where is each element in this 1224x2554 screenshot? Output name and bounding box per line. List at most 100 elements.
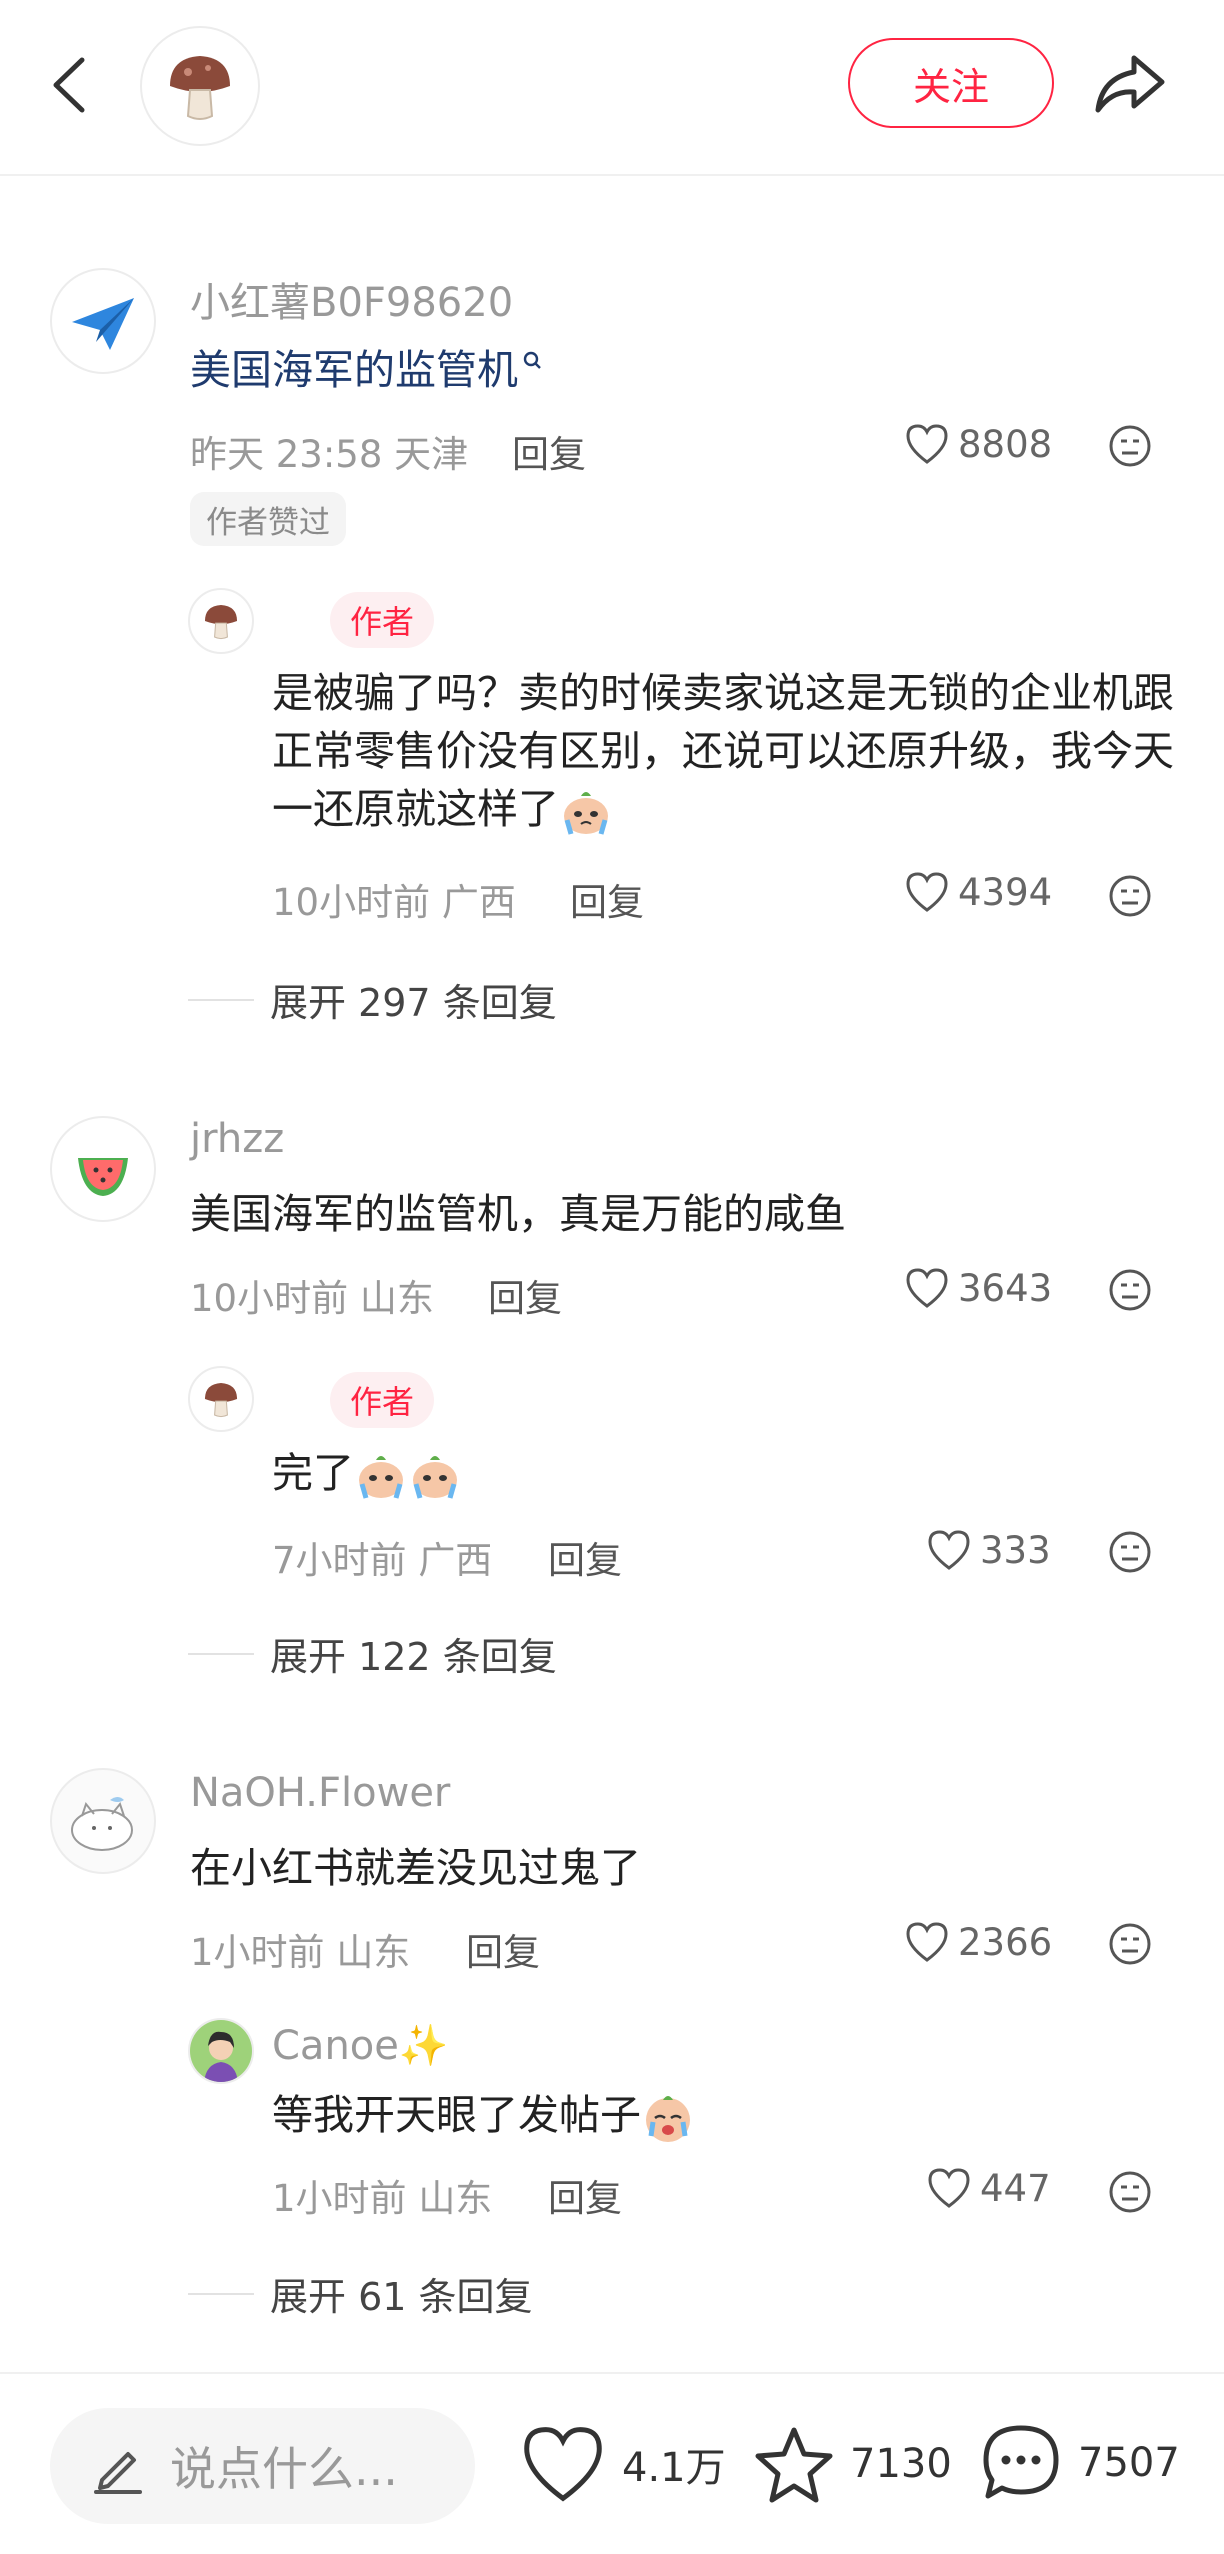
reply-location: 广西 <box>418 1539 493 1582</box>
reply-avatar[interactable] <box>188 2018 254 2084</box>
post-collect-count: 7130 <box>850 2441 952 2487</box>
expand-replies-label: 展开 297 条回复 <box>270 981 557 1025</box>
like-count: 2366 <box>958 1920 1053 1964</box>
heart-icon <box>906 872 948 912</box>
heart-icon <box>906 1268 948 1308</box>
like-button[interactable]: 2366 <box>904 1920 1052 1964</box>
comment-location: 天津 <box>394 433 469 476</box>
share-button[interactable] <box>1090 44 1170 124</box>
comment-avatar[interactable] <box>50 1768 156 1874</box>
comment-text[interactable]: 美国海军的监管机 <box>190 350 544 391</box>
expand-replies-button[interactable]: 展开 61 条回复 <box>188 2266 533 2321</box>
like-count: 8808 <box>958 422 1053 466</box>
post-like-button[interactable]: 4.1万 <box>518 2422 726 2506</box>
heart-icon <box>906 424 948 464</box>
reply-time: 10小时前 <box>272 881 431 924</box>
reply-username[interactable]: Canoe✨ <box>272 2022 449 2069</box>
reply-button[interactable]: 回复 <box>570 872 644 926</box>
like-button[interactable]: 4394 <box>904 870 1052 914</box>
watermelon-icon <box>78 1158 128 1196</box>
reply-button[interactable]: 回复 <box>548 1530 622 1584</box>
expand-replies-label: 展开 122 条回复 <box>270 1635 557 1679</box>
neutral-face-icon <box>1109 2171 1151 2213</box>
comment-input[interactable]: 说点什么... <box>50 2408 475 2524</box>
like-button[interactable]: 3643 <box>904 1266 1052 1310</box>
neutral-face-icon <box>1109 1923 1151 1965</box>
neutral-face-icon <box>1109 875 1151 917</box>
divider-line <box>188 998 254 1001</box>
reply-meta: 7小时前 广西 <box>272 1530 492 1584</box>
post-comment-count: 7507 <box>1078 2440 1180 2486</box>
comment-username[interactable]: NaOH.Flower <box>190 1770 450 1816</box>
comment-username[interactable]: jrhzz <box>190 1116 284 1162</box>
author-badge: 作者 <box>330 592 435 648</box>
reply-button[interactable]: 回复 <box>466 1922 540 1976</box>
comment-text-content: 美国海军的监管机 <box>190 346 518 394</box>
comment-username[interactable]: 小红薯B0F98620 <box>190 270 513 328</box>
author-avatar[interactable] <box>140 26 260 146</box>
reply-button[interactable]: 回复 <box>512 424 586 478</box>
like-button[interactable]: 8808 <box>904 422 1052 466</box>
search-icon <box>523 351 541 369</box>
comment-meta: 1小时前 山东 <box>190 1922 410 1976</box>
reaction-button[interactable] <box>1108 2170 1152 2218</box>
comment-avatar[interactable] <box>50 268 156 374</box>
reaction-button[interactable] <box>1108 874 1152 922</box>
reaction-button[interactable] <box>1108 1268 1152 1316</box>
comment-text[interactable]: 在小红书就差没见过鬼了 <box>190 1848 641 1889</box>
expand-replies-button[interactable]: 展开 122 条回复 <box>188 1626 557 1681</box>
reply-button[interactable]: 回复 <box>548 2168 622 2222</box>
divider-line <box>188 2292 254 2295</box>
comment-text[interactable]: 美国海军的监管机，真是万能的咸鱼 <box>190 1194 846 1235</box>
comment-avatar[interactable] <box>50 1116 156 1222</box>
reaction-button[interactable] <box>1108 1530 1152 1578</box>
comment-location: 山东 <box>336 1931 411 1974</box>
post-like-count: 4.1万 <box>622 2445 726 2491</box>
reaction-button[interactable] <box>1108 1922 1152 1970</box>
reply-location: 广西 <box>441 881 516 924</box>
author-liked-badge: 作者赞过 <box>190 492 346 546</box>
like-count: 447 <box>980 2166 1051 2210</box>
reaction-button[interactable] <box>1108 424 1152 472</box>
reply-location: 山东 <box>418 2177 493 2220</box>
reply-text-content: 等我开天眼了发帖子 <box>272 2091 641 2139</box>
author-badge: 作者 <box>330 1372 435 1428</box>
pencil-icon <box>94 2452 142 2494</box>
follow-button[interactable]: 关注 <box>848 38 1054 128</box>
crying-face-emoji-icon <box>646 2096 690 2142</box>
comment-meta: 昨天 23:58 天津 <box>190 424 468 478</box>
star-icon <box>755 2427 833 2503</box>
reply-meta: 10小时前 广西 <box>272 872 516 926</box>
like-button[interactable]: 447 <box>926 2166 1051 2210</box>
paper-plane-icon <box>72 298 134 350</box>
mushroom-icon <box>204 604 238 640</box>
like-button[interactable]: 333 <box>926 1528 1051 1572</box>
reply-text[interactable]: 完了 <box>272 1450 462 1502</box>
chevron-left-icon <box>53 57 85 113</box>
heart-icon <box>524 2427 602 2502</box>
crying-face-emoji-icon <box>359 1456 403 1499</box>
reply-time: 7小时前 <box>272 1539 407 1582</box>
neutral-face-icon <box>1109 425 1151 467</box>
top-bar: 关注 <box>0 0 1224 176</box>
chat-bubble-icon <box>983 2425 1059 2499</box>
post-comment-button[interactable]: 7507 <box>978 2420 1180 2506</box>
crying-face-emoji-icon <box>413 1456 457 1499</box>
reply-button[interactable]: 回复 <box>488 1268 562 1322</box>
mushroom-icon <box>204 1382 238 1418</box>
back-button[interactable] <box>40 40 100 130</box>
expand-replies-button[interactable]: 展开 297 条回复 <box>188 972 557 1027</box>
comment-meta: 10小时前 山东 <box>190 1268 434 1322</box>
reply-text[interactable]: 等我开天眼了发帖子 <box>272 2092 695 2144</box>
expand-replies-label: 展开 61 条回复 <box>270 2275 533 2319</box>
heart-icon <box>928 2168 970 2208</box>
like-count: 3643 <box>958 1266 1053 1310</box>
reply-avatar[interactable] <box>188 1366 254 1432</box>
reply-avatar[interactable] <box>188 588 254 654</box>
reply-text[interactable]: 是被骗了吗？卖的时候卖家说这是无锁的企业机跟正常零售价没有区别，还说可以还原升级… <box>272 664 1182 838</box>
post-collect-button[interactable]: 7130 <box>752 2422 952 2506</box>
divider-line <box>188 1652 254 1655</box>
heart-icon <box>928 1530 970 1570</box>
girl-portrait-icon <box>190 2020 252 2082</box>
share-arrow-icon <box>1095 55 1165 113</box>
